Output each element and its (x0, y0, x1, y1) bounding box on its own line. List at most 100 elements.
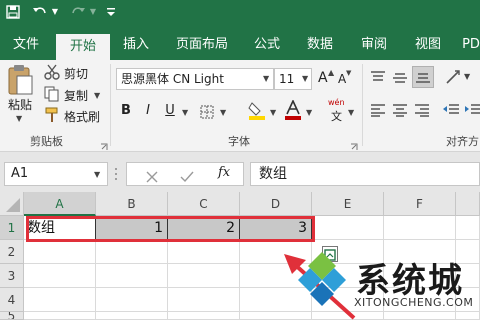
cell[interactable] (168, 240, 240, 264)
cell[interactable] (384, 312, 456, 320)
column-header[interactable]: F (384, 192, 456, 216)
font-color-icon[interactable] (284, 99, 302, 120)
undo-icon[interactable] (30, 0, 50, 24)
column-header[interactable]: A (24, 192, 96, 216)
format-painter-button[interactable]: 格式刷 (64, 108, 100, 125)
cancel-icon[interactable] (146, 168, 158, 183)
cell[interactable] (96, 264, 168, 288)
group-separator (110, 64, 111, 146)
tab-page-layout[interactable]: 页面布局 (168, 33, 236, 60)
italic-button[interactable]: I (140, 100, 156, 122)
tab-file[interactable]: 文件 (4, 33, 48, 60)
column-header[interactable]: C (168, 192, 240, 216)
copy-dropdown-icon[interactable]: ▼ (94, 91, 100, 100)
clipboard-dialog-launcher-icon[interactable] (100, 136, 108, 150)
cell-f1[interactable] (384, 216, 456, 240)
increase-indent-icon[interactable] (464, 102, 480, 116)
cell-e1[interactable] (312, 216, 384, 240)
tab-home[interactable]: 开始 (56, 34, 110, 60)
bottom-align-icon[interactable] (412, 66, 434, 88)
underline-button[interactable]: U (162, 100, 178, 122)
ribbon-home: 粘贴 ▼ 剪切 复制 ▼ 格式刷 剪贴板 思源黑体 CN Light ▼ 11 … (0, 60, 480, 152)
phonetic-guide-button[interactable]: 文 (331, 108, 342, 124)
font-dialog-launcher-icon[interactable] (350, 136, 358, 150)
cell[interactable] (168, 264, 240, 288)
align-left-icon[interactable] (370, 102, 386, 117)
grow-font-arrow-icon: ▲ (328, 68, 335, 77)
fill-color-icon[interactable] (248, 100, 266, 120)
row-header[interactable]: 2 (0, 240, 24, 264)
cell[interactable] (168, 312, 240, 320)
phonetic-dropdown-icon[interactable]: ▼ (348, 108, 354, 117)
decrease-indent-icon[interactable] (442, 102, 460, 116)
watermark-url: XITONGCHENG.COM (354, 296, 474, 309)
insert-function-button[interactable]: fx (218, 165, 230, 180)
name-box-dropdown-icon[interactable]: ▼ (94, 170, 100, 179)
font-size-dropdown-icon[interactable]: ▼ (302, 74, 308, 83)
cell[interactable] (96, 288, 168, 312)
cell[interactable] (24, 240, 96, 264)
grip-icon[interactable] (114, 166, 118, 182)
cell[interactable] (168, 288, 240, 312)
tab-view[interactable]: 视图 (404, 33, 452, 60)
borders-icon[interactable] (200, 104, 216, 119)
tab-formulas[interactable]: 公式 (244, 33, 290, 60)
ribbon-tabs: 文件 开始 插入 页面布局 公式 数据 审阅 视图 PD (0, 24, 480, 60)
formula-input[interactable]: 数组 (250, 162, 480, 186)
bold-button[interactable]: B (118, 100, 134, 122)
grow-font-button[interactable]: A (318, 70, 328, 86)
font-name-dropdown-icon[interactable]: ▼ (263, 74, 269, 83)
cell[interactable] (96, 312, 168, 320)
row-header[interactable]: 1 (0, 216, 24, 240)
enter-icon[interactable] (180, 168, 194, 183)
paste-dropdown-icon[interactable]: ▼ (16, 114, 22, 123)
group-separator (362, 64, 363, 146)
column-header[interactable]: B (96, 192, 168, 216)
copy-button[interactable]: 复制 (64, 87, 88, 104)
cell[interactable] (24, 312, 96, 320)
align-center-icon[interactable] (392, 102, 408, 117)
row-header[interactable]: 4 (0, 288, 24, 312)
shrink-font-button[interactable]: A (338, 72, 346, 86)
cell[interactable] (24, 288, 96, 312)
customize-qat-icon[interactable] (104, 0, 118, 24)
cell[interactable] (24, 264, 96, 288)
redo-icon[interactable] (68, 0, 88, 24)
column-header[interactable]: E (312, 192, 384, 216)
cut-icon[interactable] (44, 64, 62, 80)
paste-icon[interactable] (6, 64, 34, 96)
column-header[interactable]: D (240, 192, 312, 216)
tab-review[interactable]: 审阅 (350, 33, 398, 60)
format-painter-icon[interactable] (44, 107, 62, 123)
underline-dropdown-icon[interactable]: ▼ (182, 108, 188, 117)
orientation-dropdown-icon[interactable]: ▼ (464, 72, 470, 81)
undo-dropdown-icon[interactable]: ▼ (50, 0, 60, 24)
redo-dropdown-icon[interactable]: ▼ (88, 0, 98, 24)
formula-bar: A1 ▼ fx 数组 (0, 152, 480, 192)
save-icon[interactable] (2, 0, 24, 24)
name-box[interactable]: A1 (4, 162, 108, 186)
middle-align-icon[interactable] (392, 70, 408, 84)
column-header[interactable] (456, 192, 480, 216)
top-align-icon[interactable] (370, 70, 386, 84)
borders-dropdown-icon[interactable]: ▼ (220, 108, 226, 117)
tab-pdf[interactable]: PD (456, 33, 480, 60)
paste-label[interactable]: 粘贴 (8, 96, 32, 113)
cell-g1[interactable] (456, 216, 480, 240)
align-right-icon[interactable] (414, 102, 430, 117)
cell[interactable] (96, 240, 168, 264)
row-header[interactable]: 5 (0, 312, 24, 320)
tab-insert[interactable]: 插入 (112, 33, 160, 60)
select-all-button[interactable] (0, 192, 24, 216)
copy-icon[interactable] (44, 86, 62, 102)
row-header[interactable]: 3 (0, 264, 24, 288)
font-name-select[interactable]: 思源黑体 CN Light (116, 68, 274, 90)
tab-data[interactable]: 数据 (296, 33, 344, 60)
phonetic-wen-label[interactable]: wén (328, 98, 345, 107)
fill-color-dropdown-icon[interactable]: ▼ (270, 108, 276, 117)
watermark-title: 系统城 (356, 261, 464, 301)
cell[interactable] (456, 312, 480, 320)
cut-button[interactable]: 剪切 (64, 65, 88, 82)
orientation-icon[interactable] (444, 68, 462, 86)
font-color-dropdown-icon[interactable]: ▼ (306, 108, 312, 117)
